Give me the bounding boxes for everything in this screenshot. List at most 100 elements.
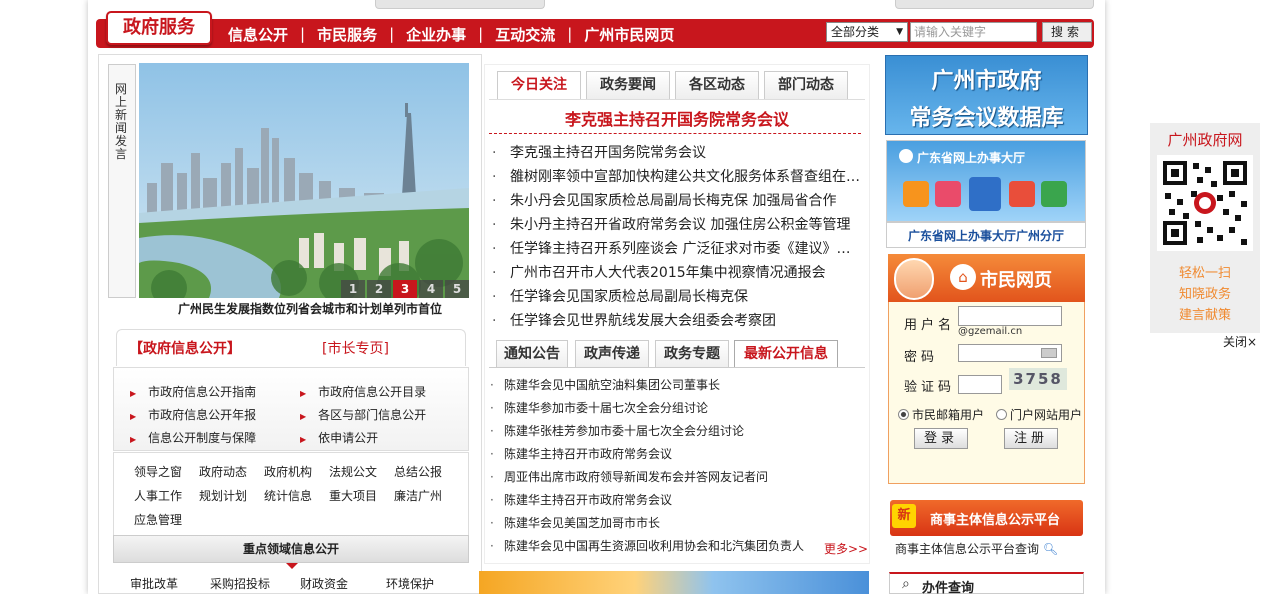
keyword-link[interactable]: 总结公报 bbox=[394, 463, 442, 480]
news-item[interactable]: · 朱小丹主持召开省政府常务会议 加强住房公积金等管理 bbox=[492, 214, 862, 234]
news-item[interactable]: · 任学锋主持召开系列座谈会 广泛征求对市委《建议》… bbox=[492, 238, 862, 258]
notice-item[interactable]: · 陈建华参加市委十届七次全会分组讨论 bbox=[490, 399, 708, 416]
search-input[interactable]: 请输入关键字 bbox=[910, 22, 1037, 42]
info-item[interactable]: ▶ 各区与部门信息公开 bbox=[300, 406, 426, 423]
username-field[interactable] bbox=[958, 306, 1062, 326]
news-item[interactable]: · 任学锋会见世界航线发展大会组委会考察团 bbox=[492, 310, 862, 330]
nav-links: 信息公开 | 市民服务 | 企业办事 | 互动交流 | 广州市民网页 bbox=[228, 20, 674, 48]
notice-item[interactable]: · 陈建华会见中国再生资源回收利用协会和北汽集团负责人 bbox=[490, 537, 804, 554]
news-headline[interactable]: 李克强主持召开国务院常务会议 bbox=[489, 106, 865, 130]
slider-page-4[interactable]: 4 bbox=[419, 280, 443, 298]
tab-latest-info[interactable]: 最新公开信息 bbox=[734, 340, 838, 368]
triangle-icon: ▶ bbox=[130, 389, 137, 398]
qr-line: 轻松一扫 bbox=[1178, 266, 1231, 281]
nav-link-citizen[interactable]: 市民服务 bbox=[317, 24, 377, 45]
key-area-item[interactable]: 采购招投标 bbox=[210, 575, 270, 592]
online-hall-banner[interactable]: 广东省网上办事大厅 bbox=[886, 140, 1086, 222]
tab-gov-voice[interactable]: 政声传递 bbox=[575, 340, 649, 368]
keyword-link[interactable]: 领导之窗 bbox=[134, 463, 182, 480]
keyword-link[interactable]: 统计信息 bbox=[264, 487, 312, 504]
tab-divider bbox=[489, 99, 865, 100]
slider-page-3[interactable]: 3 bbox=[393, 280, 417, 298]
info-item[interactable]: ▶ 市政府信息公开年报 bbox=[130, 406, 256, 423]
caret-down-icon bbox=[286, 563, 298, 569]
keyword-link[interactable]: 人事工作 bbox=[134, 487, 182, 504]
slider-photo[interactable] bbox=[139, 63, 469, 298]
search-category-select[interactable]: 全部分类 ▼ bbox=[826, 22, 908, 42]
login-header: ⌂ 市民网页 bbox=[888, 254, 1085, 302]
news-item[interactable]: · 雒树刚率领中宣部加快构建公共文化服务体系督查组在… bbox=[492, 166, 862, 186]
triangle-icon: ▶ bbox=[130, 435, 137, 444]
info-item[interactable]: ▶ 信息公开制度与保障 bbox=[130, 429, 256, 446]
keyword-link[interactable]: 规划计划 bbox=[199, 487, 247, 504]
tab-mayor-page[interactable]: [市长专页] bbox=[322, 338, 389, 358]
notice-item[interactable]: · 陈建华主持召开市政府常务会议 bbox=[490, 445, 672, 462]
captcha-field[interactable] bbox=[958, 375, 1002, 394]
key-area-item[interactable]: 审批改革 bbox=[130, 575, 178, 592]
news-item[interactable]: · 广州市召开市人大代表2015年集中视察情况通报会 bbox=[492, 262, 862, 282]
news-item[interactable]: · 李克强主持召开国务院常务会议 bbox=[492, 142, 862, 162]
news-item[interactable]: · 任学锋会见国家质检总局副局长梅克保 bbox=[492, 286, 862, 306]
qr-line: 建言献策 bbox=[1178, 308, 1231, 323]
user-icon bbox=[969, 177, 1001, 211]
key-area-item[interactable]: 环境保护 bbox=[386, 575, 434, 592]
tab-gov-topics[interactable]: 政务专题 bbox=[655, 340, 729, 368]
triangle-icon: ▶ bbox=[130, 412, 137, 421]
online-press-tab[interactable]: 网上新闻发言 bbox=[108, 64, 136, 298]
tab-notices[interactable]: 通知公告 bbox=[496, 340, 568, 368]
emblem-icon bbox=[899, 149, 913, 163]
notice-item[interactable]: · 周亚伟出席市政府领导新闻发布会并答网友记者问 bbox=[490, 468, 768, 485]
username-hint: @gzemail.cn bbox=[958, 326, 1023, 337]
slider-caption[interactable]: 广州民生发展指数位列省会城市和计划单列市首位 bbox=[178, 300, 442, 317]
keyword-link[interactable]: 应急管理 bbox=[134, 511, 182, 528]
tab-info-open[interactable]: 【政府信息公开】 bbox=[129, 338, 241, 358]
keyword-link[interactable]: 重大项目 bbox=[329, 487, 377, 504]
nav-link-citizen-page[interactable]: 广州市民网页 bbox=[584, 24, 674, 45]
top-strip bbox=[375, 0, 545, 9]
qr-close-button[interactable]: 关闭× bbox=[1223, 333, 1257, 350]
radio-portal-user[interactable]: 门户网站用户 bbox=[996, 406, 1082, 423]
news-item[interactable]: · 朱小丹会见国家质检总局副局长梅克保 加强局省合作 bbox=[492, 190, 862, 210]
search-button[interactable]: 搜索 bbox=[1042, 22, 1092, 42]
keyboard-icon[interactable] bbox=[1041, 348, 1057, 358]
meeting-database-banner[interactable]: 广州市政府 常务会议数据库 bbox=[885, 55, 1088, 135]
bottom-banner[interactable] bbox=[479, 571, 869, 594]
more-link[interactable]: 更多>> bbox=[824, 540, 868, 557]
captcha-image[interactable]: 3758 bbox=[1009, 368, 1067, 390]
login-button[interactable]: 登录 bbox=[914, 428, 968, 449]
notice-item[interactable]: · 陈建华会见美国芝加哥市市长 bbox=[490, 514, 660, 531]
register-button[interactable]: 注册 bbox=[1004, 428, 1058, 449]
keyword-link[interactable]: 政府机构 bbox=[264, 463, 312, 480]
info-item[interactable]: ▶ 市政府信息公开目录 bbox=[300, 383, 426, 400]
online-hall-caption[interactable]: 广东省网上办事大厅广州分厅 bbox=[886, 222, 1086, 248]
business-info-caption[interactable]: 商事主体信息公示平台查询 🔍︎ bbox=[895, 540, 1058, 557]
info-item[interactable]: ▶ 市政府信息公开指南 bbox=[130, 383, 256, 400]
captcha-label: 验证码 bbox=[904, 380, 956, 395]
qr-code-icon bbox=[1157, 155, 1253, 251]
slider-page-2[interactable]: 2 bbox=[367, 280, 391, 298]
tab-gov-news[interactable]: 政务要闻 bbox=[586, 71, 670, 99]
headline-divider bbox=[489, 133, 861, 134]
tab-district-news[interactable]: 各区动态 bbox=[675, 71, 759, 99]
slider-page-1[interactable]: 1 bbox=[341, 280, 365, 298]
keyword-link[interactable]: 政府动态 bbox=[199, 463, 247, 480]
keyword-link[interactable]: 廉洁广州 bbox=[394, 487, 442, 504]
city-photo-image bbox=[139, 63, 469, 298]
notice-item[interactable]: · 陈建华主持召开市政府常务会议 bbox=[490, 491, 672, 508]
notice-item[interactable]: · 陈建华张桂芳参加市委十届七次全会分组讨论 bbox=[490, 422, 744, 439]
case-query-box[interactable]: ⌕ 办件查询 bbox=[889, 572, 1084, 594]
tab-dept-news[interactable]: 部门动态 bbox=[764, 71, 848, 99]
info-item[interactable]: ▶ 依申请公开 bbox=[300, 429, 378, 446]
business-info-banner[interactable]: 新 商事主体信息公示平台 bbox=[890, 500, 1083, 536]
nav-link-interaction[interactable]: 互动交流 bbox=[495, 24, 555, 45]
nav-link-info[interactable]: 信息公开 bbox=[228, 24, 288, 45]
tab-today-focus[interactable]: 今日关注 bbox=[497, 71, 581, 99]
nav-link-business[interactable]: 企业办事 bbox=[406, 24, 466, 45]
notice-item[interactable]: · 陈建华会见中国航空油料集团公司董事长 bbox=[490, 376, 720, 393]
search-category-value: 全部分类 bbox=[831, 25, 880, 39]
radio-email-user[interactable]: 市民邮箱用户 bbox=[898, 406, 984, 423]
keyword-link[interactable]: 法规公文 bbox=[329, 463, 377, 480]
password-field[interactable] bbox=[958, 344, 1062, 362]
key-area-item[interactable]: 财政资金 bbox=[300, 575, 348, 592]
slider-page-5[interactable]: 5 bbox=[445, 280, 469, 298]
